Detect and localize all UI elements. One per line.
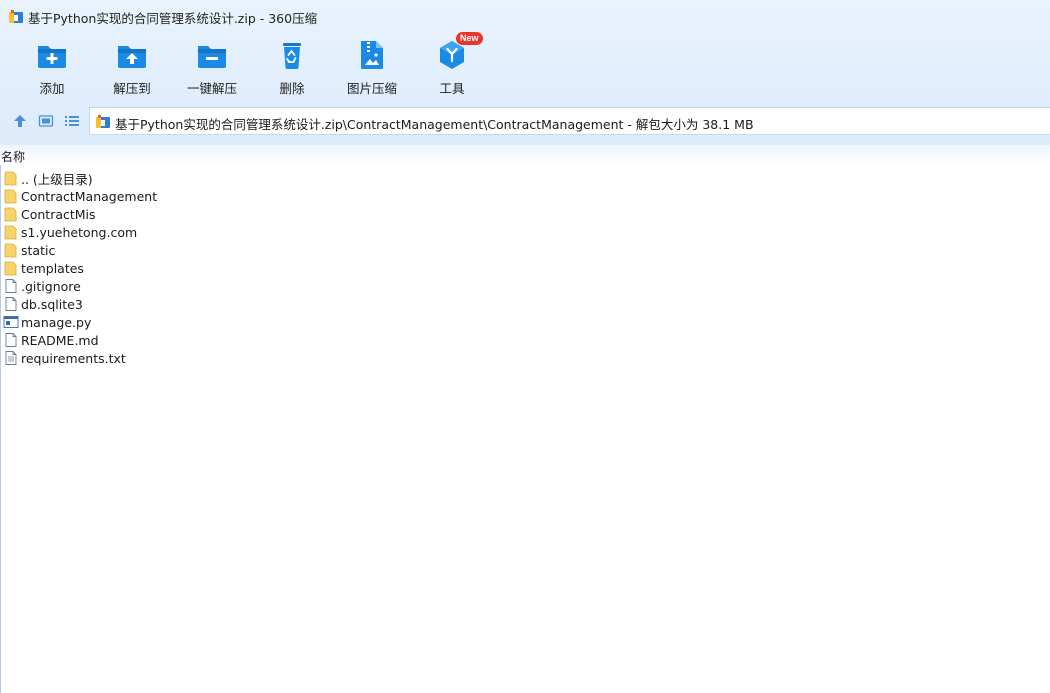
list-item-name: ContractManagement	[21, 188, 158, 204]
folder-icon	[4, 225, 17, 240]
list-left-border	[0, 165, 1, 693]
list-item[interactable]: ContractManagement	[3, 187, 303, 205]
toolbar: 添加 解压到 一键解压 删除 图片压缩 New 工具	[12, 32, 492, 100]
delete-bin-icon	[283, 43, 301, 69]
one-click-extract-button-label: 一键解压	[186, 81, 237, 96]
extract-to-button[interactable]: 解压到	[92, 38, 172, 100]
list-item-name: s1.yuehetong.com	[21, 224, 138, 240]
list-item-name: static	[21, 242, 56, 258]
file-icon	[5, 333, 17, 347]
python-file-icon	[3, 316, 19, 328]
list-item[interactable]: templates	[3, 259, 303, 277]
list-item[interactable]: README.md	[3, 331, 303, 349]
list-item-name: .. (上级目录)	[21, 171, 93, 187]
file-icon	[5, 279, 17, 293]
title-bar: 基于Python实现的合同管理系统设计.zip - 360压缩	[0, 0, 1050, 32]
tools-button-label: 工具	[439, 81, 465, 96]
delete-button-label: 删除	[279, 81, 305, 96]
column-header: 名称	[0, 145, 1050, 165]
list-item-name: templates	[21, 260, 84, 276]
one-click-extract-button[interactable]: 一键解压	[172, 38, 252, 100]
list-item-name: requirements.txt	[21, 350, 126, 366]
address-bar[interactable]: 基于Python实现的合同管理系统设计.zip\ContractManageme…	[89, 107, 1050, 135]
thumbnail-view-icon[interactable]	[38, 113, 54, 129]
folder-icon	[4, 243, 17, 258]
image-compress-button-label: 图片压缩	[346, 81, 397, 96]
list-item-name: .gitignore	[21, 278, 81, 294]
window-title: 基于Python实现的合同管理系统设计.zip - 360压缩	[28, 11, 318, 26]
up-arrow-icon[interactable]	[12, 113, 28, 129]
address-path: 基于Python实现的合同管理系统设计.zip\ContractManageme…	[115, 117, 754, 132]
list-item-name: ContractMis	[21, 206, 96, 222]
list-item[interactable]: ContractMis	[3, 205, 303, 223]
list-item-name: README.md	[21, 332, 99, 348]
list-item[interactable]: requirements.txt	[3, 349, 303, 367]
one-click-extract-icon	[198, 46, 226, 68]
folder-icon	[4, 189, 17, 204]
add-button[interactable]: 添加	[12, 38, 92, 100]
extract-to-button-label: 解压到	[113, 81, 151, 96]
folder-icon	[4, 261, 17, 276]
list-item-name: db.sqlite3	[21, 296, 83, 312]
folder-icon	[4, 207, 17, 222]
add-folder-icon	[38, 46, 66, 68]
image-compress-icon	[361, 41, 383, 69]
list-item[interactable]: s1.yuehetong.com	[3, 223, 303, 241]
app-archive-icon	[9, 10, 23, 23]
list-item[interactable]: manage.py	[3, 313, 303, 331]
tools-button[interactable]: New 工具	[412, 32, 492, 100]
list-item[interactable]: static	[3, 241, 303, 259]
add-button-label: 添加	[39, 81, 65, 96]
folder-icon	[4, 171, 17, 186]
delete-button[interactable]: 删除	[252, 38, 332, 100]
list-item[interactable]: db.sqlite3	[3, 295, 303, 313]
list-item[interactable]: .gitignore	[3, 277, 303, 295]
archive-window: 基于Python实现的合同管理系统设计.zip - 360压缩 添加 解压到 一…	[0, 0, 1050, 693]
list-item-name: manage.py	[21, 314, 92, 330]
extract-to-icon	[118, 46, 146, 68]
file-list: .. (上级目录) ContractManagement ContractMis…	[3, 169, 303, 367]
file-icon	[5, 297, 17, 311]
archive-file-icon	[96, 115, 110, 128]
list-view-icon[interactable]	[64, 113, 80, 129]
column-header-name[interactable]: 名称	[1, 148, 25, 165]
navigation-row: 基于Python实现的合同管理系统设计.zip\ContractManageme…	[0, 107, 1050, 135]
image-compress-button[interactable]: 图片压缩	[332, 38, 412, 100]
text-file-icon	[5, 351, 17, 365]
new-badge: New	[456, 32, 483, 45]
list-item[interactable]: .. (上级目录)	[3, 169, 303, 187]
